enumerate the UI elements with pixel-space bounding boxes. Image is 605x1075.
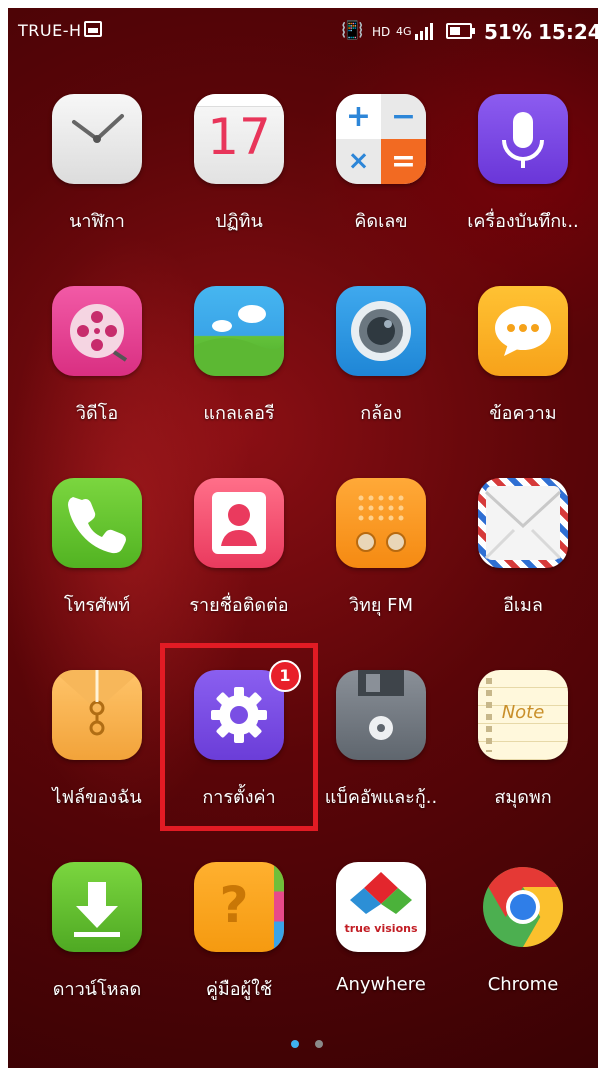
help-book-icon: ?: [194, 862, 284, 952]
status-bar: TRUE-H 📳 HD 4G 51% 15:24: [8, 8, 598, 56]
app-messaging[interactable]: ข้อความ: [453, 286, 593, 476]
truevisions-icon: true visions: [336, 862, 426, 952]
app-truevisions-anywhere[interactable]: true visions Anywhere: [311, 862, 451, 1052]
app-email[interactable]: อีเมล: [453, 478, 593, 668]
app-user-guide[interactable]: ? คู่มือผู้ใช้: [169, 862, 309, 1052]
note-label: Note: [501, 702, 545, 723]
app-label: วิทยุ FM: [348, 595, 414, 616]
chrome-icon: [478, 862, 568, 952]
app-label: โทรศัพท์: [63, 595, 131, 616]
app-gallery[interactable]: แกลเลอรี: [169, 286, 309, 476]
app-calculator[interactable]: + − × = คิดเลข: [311, 94, 451, 284]
app-label: วิดีโอ: [75, 403, 119, 424]
app-camera[interactable]: กล้อง: [311, 286, 451, 476]
vibrate-icon: 📳: [341, 20, 364, 41]
app-label: คิดเลข: [354, 211, 408, 232]
signal-strength-icon: [415, 22, 435, 40]
app-label: สมุดพก: [494, 787, 552, 808]
battery-percent: 51%: [484, 20, 532, 44]
calendar-date: 17: [207, 108, 271, 166]
app-contacts[interactable]: รายชื่อติดต่อ: [169, 478, 309, 668]
app-chrome[interactable]: Chrome: [453, 862, 593, 1052]
calculator-icon: + − × =: [336, 94, 426, 184]
download-icon: [52, 862, 142, 952]
page-dot[interactable]: [315, 1040, 323, 1048]
phone-icon: [52, 478, 142, 568]
app-video[interactable]: วิดีโอ: [27, 286, 167, 476]
app-my-files[interactable]: ไฟล์ของฉัน: [27, 670, 167, 860]
app-label: นาฬิกา: [69, 211, 125, 232]
app-voice-recorder[interactable]: เครื่องบันทึกเ..: [453, 94, 593, 284]
battery-icon: [446, 23, 475, 39]
image-notification-icon: [84, 21, 102, 37]
app-label: ข้อความ: [489, 403, 557, 424]
clock-icon: [52, 94, 142, 184]
app-label: ดาวน์โหลด: [52, 979, 142, 1000]
envelope-icon: [478, 478, 568, 568]
app-label: แบ็คอัพและกู้..: [324, 787, 438, 808]
app-calendar[interactable]: 17 ปฏิทิน: [169, 94, 309, 284]
app-backup-restore[interactable]: แบ็คอัพและกู้..: [311, 670, 451, 860]
hd-voice-label: HD: [372, 25, 391, 39]
status-clock: 15:24: [538, 20, 598, 44]
app-label: รายชื่อติดต่อ: [189, 595, 289, 616]
page-indicator: [8, 1040, 598, 1052]
gallery-icon: [194, 286, 284, 376]
app-label: แกลเลอรี: [203, 403, 275, 424]
app-label: Chrome: [487, 974, 559, 995]
contact-icon: [194, 478, 284, 568]
film-reel-icon: [52, 286, 142, 376]
app-downloads[interactable]: ดาวน์โหลด: [27, 862, 167, 1052]
app-label: ปฏิทิน: [215, 211, 263, 232]
highlight-box: [160, 643, 318, 831]
app-clock[interactable]: นาฬิกา: [27, 94, 167, 284]
folder-icon: [52, 670, 142, 760]
notepad-icon: Note: [478, 670, 568, 760]
app-label: อีเมล: [503, 595, 543, 616]
app-label: เครื่องบันทึกเ..: [467, 211, 579, 232]
app-fm-radio[interactable]: วิทยุ FM: [311, 478, 451, 668]
microphone-icon: [478, 94, 568, 184]
app-label: กล้อง: [360, 403, 402, 424]
home-screen: TRUE-H 📳 HD 4G 51% 15:24 นาฬิกา 17 ปฏิทิ…: [8, 8, 598, 1068]
question-mark: ?: [219, 876, 249, 934]
truevisions-logo-text: true visions: [344, 922, 418, 935]
page-dot-active[interactable]: [291, 1040, 299, 1048]
app-notepad[interactable]: Note สมุดพก: [453, 670, 593, 860]
network-type-label: 4G: [396, 25, 412, 38]
app-phone[interactable]: โทรศัพท์: [27, 478, 167, 668]
app-label: คู่มือผู้ใช้: [205, 979, 273, 1000]
camera-icon: [336, 286, 426, 376]
app-label: Anywhere: [336, 974, 426, 995]
calendar-icon: 17: [194, 94, 284, 184]
radio-icon: [336, 478, 426, 568]
message-bubble-icon: [478, 286, 568, 376]
floppy-disk-icon: [336, 670, 426, 760]
carrier-name: TRUE-H: [18, 21, 82, 40]
app-label: ไฟล์ของฉัน: [52, 787, 142, 808]
